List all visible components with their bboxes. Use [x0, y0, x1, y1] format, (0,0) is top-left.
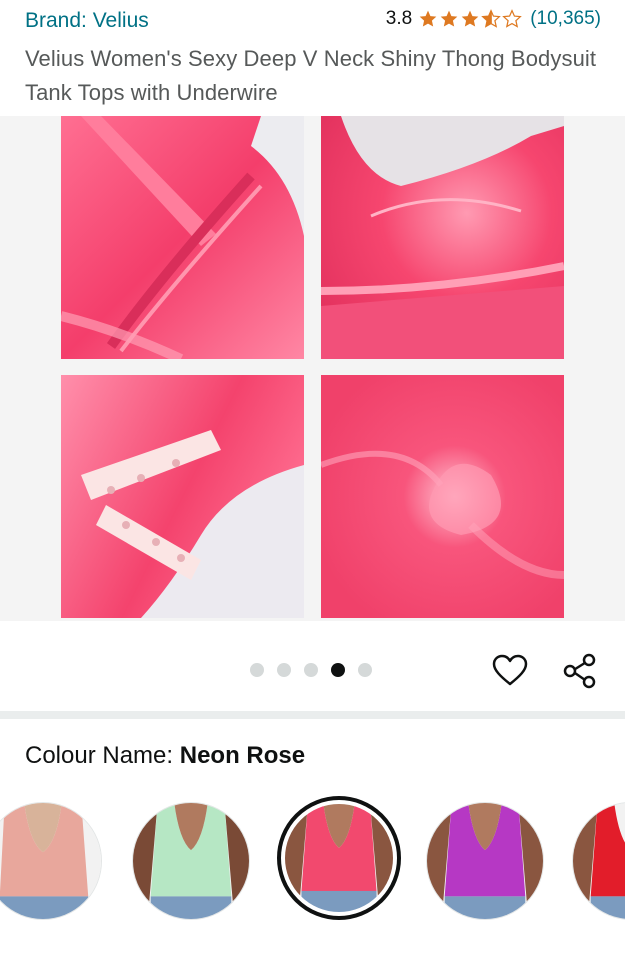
product-photo-strap[interactable]	[61, 116, 304, 359]
product-title: Velius Women's Sexy Deep V Neck Shiny Th…	[25, 46, 597, 105]
share-button[interactable]	[560, 651, 600, 691]
carousel-dot[interactable]	[250, 663, 264, 677]
gallery-controls	[0, 621, 625, 711]
star-icon	[461, 10, 479, 27]
swatch-image	[573, 803, 625, 919]
swatch-nude-pink[interactable]	[0, 802, 102, 920]
star-half-icon	[481, 9, 502, 28]
product-photo-cup[interactable]	[321, 116, 564, 359]
share-icon	[563, 653, 596, 689]
snap-detail-image	[61, 375, 304, 618]
swatch-image	[427, 803, 543, 919]
colour-label-text: Colour Name:	[25, 742, 174, 769]
brand-link[interactable]: Brand: Velius	[25, 9, 149, 33]
rating-stars	[418, 9, 523, 29]
strap-detail-image	[61, 116, 304, 359]
swatch-mint-green[interactable]	[132, 802, 250, 920]
swatch-neon-rose[interactable]	[277, 796, 401, 920]
star-icon	[440, 10, 458, 27]
rating-summary[interactable]: 3.8 (10,365)	[386, 8, 601, 30]
product-photo-snaps[interactable]	[61, 375, 304, 618]
section-divider	[0, 711, 625, 719]
swatch-red[interactable]	[572, 802, 625, 920]
selected-colour-value: Neon Rose	[179, 742, 306, 769]
carousel-dot[interactable]	[358, 663, 372, 677]
carousel-dot[interactable]	[277, 663, 291, 677]
carousel-dots[interactable]	[250, 663, 372, 677]
swatch-image	[285, 804, 393, 912]
product-photo-fabric[interactable]	[321, 375, 564, 618]
star-empty-icon	[502, 9, 523, 28]
swatch-image	[133, 803, 249, 919]
rating-value: 3.8	[385, 8, 413, 29]
cup-detail-image	[321, 116, 564, 359]
star-icon	[419, 10, 437, 27]
carousel-dot[interactable]	[304, 663, 318, 677]
swatch-purple[interactable]	[426, 802, 544, 920]
product-image-gallery[interactable]	[0, 116, 625, 621]
wishlist-button[interactable]	[490, 651, 530, 691]
carousel-dot-active[interactable]	[331, 663, 345, 677]
fabric-detail-image	[321, 375, 564, 618]
rating-count-link[interactable]: (10,365)	[530, 8, 601, 30]
colour-name-label: Colour Name: Neon Rose	[25, 742, 305, 770]
product-header: Brand: Velius 3.8 (10,365) Velius Women'…	[0, 0, 625, 116]
heart-icon	[492, 654, 528, 686]
swatch-inner	[285, 804, 393, 912]
swatch-image	[0, 803, 101, 919]
colour-swatches	[0, 792, 625, 922]
